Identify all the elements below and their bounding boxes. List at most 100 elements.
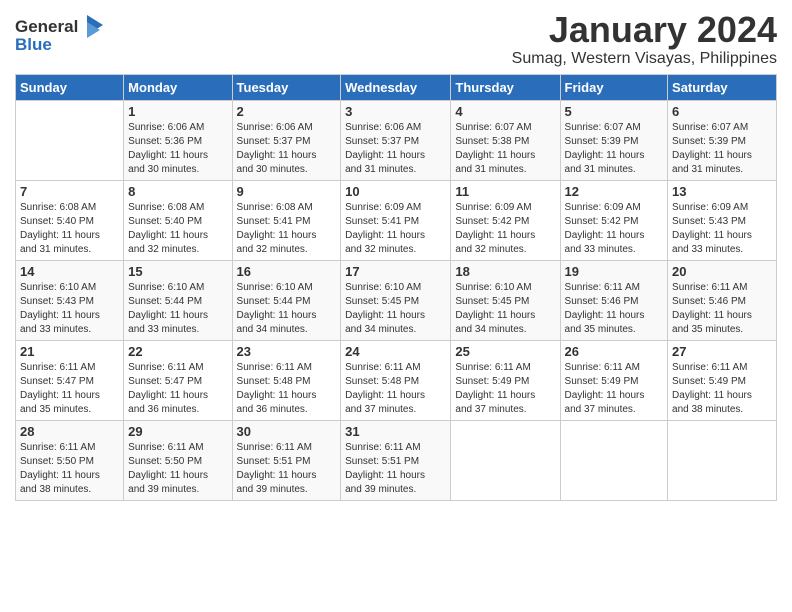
calendar-day-cell: 18 Sunrise: 6:10 AMSunset: 5:45 PMDayligh…	[451, 260, 560, 340]
day-info: Sunrise: 6:07 AMSunset: 5:39 PMDaylight:…	[565, 121, 664, 177]
calendar-day-cell: 20 Sunrise: 6:11 AMSunset: 5:46 PMDayligh…	[668, 260, 777, 340]
calendar-week-row: 7 Sunrise: 6:08 AMSunset: 5:40 PMDaylight…	[16, 180, 777, 260]
calendar-week-row: 1 Sunrise: 6:06 AMSunset: 5:36 PMDaylight…	[16, 100, 777, 180]
day-number: 28	[20, 424, 119, 439]
calendar-header-cell: Friday	[560, 74, 668, 100]
calendar-day-cell: 10 Sunrise: 6:09 AMSunset: 5:41 PMDayligh…	[341, 180, 451, 260]
day-info: Sunrise: 6:11 AMSunset: 5:51 PMDaylight:…	[345, 441, 446, 497]
day-info: Sunrise: 6:11 AMSunset: 5:47 PMDaylight:…	[20, 361, 119, 417]
day-number: 7	[20, 184, 119, 199]
page-container: General Blue January 2024 Sumag, Western…	[0, 0, 792, 511]
calendar-table: SundayMondayTuesdayWednesdayThursdayFrid…	[15, 74, 777, 501]
calendar-header-cell: Sunday	[16, 74, 124, 100]
logo-text: General Blue	[15, 10, 105, 60]
calendar-header-cell: Tuesday	[232, 74, 341, 100]
day-number: 11	[455, 184, 555, 199]
calendar-day-cell: 30Sunrise: 6:11 AMSunset: 5:51 PMDayligh…	[232, 420, 341, 500]
day-number: 1	[128, 104, 227, 119]
calendar-header-cell: Saturday	[668, 74, 777, 100]
day-number: 22	[128, 344, 227, 359]
calendar-day-cell: 29 Sunrise: 6:11 AMSunset: 5:50 PMDayligh…	[124, 420, 232, 500]
calendar-day-cell: 19 Sunrise: 6:11 AMSunset: 5:46 PMDayligh…	[560, 260, 668, 340]
day-info: Sunrise: 6:11 AMSunset: 5:48 PMDaylight:…	[237, 361, 337, 417]
day-number: 30	[237, 424, 337, 439]
day-info: Sunrise: 6:09 AMSunset: 5:42 PMDaylight:…	[455, 201, 555, 257]
header-row: General Blue January 2024 Sumag, Western…	[15, 10, 777, 68]
svg-text:Blue: Blue	[15, 35, 52, 54]
day-info: Sunrise: 6:10 AMSunset: 5:44 PMDaylight:…	[237, 281, 337, 337]
day-number: 10	[345, 184, 446, 199]
calendar-day-cell: 26 Sunrise: 6:11 AMSunset: 5:49 PMDayligh…	[560, 340, 668, 420]
day-info: Sunrise: 6:11 AMSunset: 5:49 PMDaylight:…	[672, 361, 772, 417]
main-title: January 2024	[512, 10, 777, 50]
calendar-day-cell: 5 Sunrise: 6:07 AMSunset: 5:39 PMDaylight…	[560, 100, 668, 180]
day-number: 14	[20, 264, 119, 279]
calendar-day-cell: 3 Sunrise: 6:06 AMSunset: 5:37 PMDaylight…	[341, 100, 451, 180]
day-info: Sunrise: 6:06 AMSunset: 5:37 PMDaylight:…	[345, 121, 446, 177]
calendar-day-cell: 16 Sunrise: 6:10 AMSunset: 5:44 PMDayligh…	[232, 260, 341, 340]
calendar-day-cell: 27 Sunrise: 6:11 AMSunset: 5:49 PMDayligh…	[668, 340, 777, 420]
calendar-day-cell: 9Sunrise: 6:08 AMSunset: 5:41 PMDaylight…	[232, 180, 341, 260]
subtitle: Sumag, Western Visayas, Philippines	[512, 50, 777, 68]
day-info: Sunrise: 6:11 AMSunset: 5:46 PMDaylight:…	[672, 281, 772, 337]
day-number: 20	[672, 264, 772, 279]
day-info: Sunrise: 6:11 AMSunset: 5:49 PMDaylight:…	[455, 361, 555, 417]
day-info: Sunrise: 6:09 AMSunset: 5:42 PMDaylight:…	[565, 201, 664, 257]
day-info: Sunrise: 6:11 AMSunset: 5:50 PMDaylight:…	[128, 441, 227, 497]
day-info: Sunrise: 6:09 AMSunset: 5:43 PMDaylight:…	[672, 201, 772, 257]
day-number: 25	[455, 344, 555, 359]
day-info: Sunrise: 6:07 AMSunset: 5:38 PMDaylight:…	[455, 121, 555, 177]
day-number: 8	[128, 184, 227, 199]
calendar-day-cell: 31 Sunrise: 6:11 AMSunset: 5:51 PMDayligh…	[341, 420, 451, 500]
day-info: Sunrise: 6:06 AMSunset: 5:36 PMDaylight:…	[128, 121, 227, 177]
day-info: Sunrise: 6:08 AMSunset: 5:41 PMDaylight:…	[237, 201, 337, 257]
day-number: 27	[672, 344, 772, 359]
title-block: January 2024 Sumag, Western Visayas, Phi…	[512, 10, 777, 68]
day-info: Sunrise: 6:11 AMSunset: 5:46 PMDaylight:…	[565, 281, 664, 337]
day-info: Sunrise: 6:11 AMSunset: 5:50 PMDaylight:…	[20, 441, 119, 497]
calendar-header-cell: Monday	[124, 74, 232, 100]
day-number: 3	[345, 104, 446, 119]
calendar-day-cell	[560, 420, 668, 500]
day-info: Sunrise: 6:09 AMSunset: 5:41 PMDaylight:…	[345, 201, 446, 257]
calendar-day-cell: 8 Sunrise: 6:08 AMSunset: 5:40 PMDaylight…	[124, 180, 232, 260]
calendar-day-cell	[16, 100, 124, 180]
svg-text:General: General	[15, 17, 78, 36]
day-info: Sunrise: 6:11 AMSunset: 5:49 PMDaylight:…	[565, 361, 664, 417]
calendar-header-cell: Thursday	[451, 74, 560, 100]
calendar-day-cell	[668, 420, 777, 500]
day-number: 6	[672, 104, 772, 119]
day-info: Sunrise: 6:08 AMSunset: 5:40 PMDaylight:…	[20, 201, 119, 257]
day-number: 19	[565, 264, 664, 279]
day-number: 16	[237, 264, 337, 279]
day-info: Sunrise: 6:08 AMSunset: 5:40 PMDaylight:…	[128, 201, 227, 257]
calendar-week-row: 14 Sunrise: 6:10 AMSunset: 5:43 PMDayligh…	[16, 260, 777, 340]
calendar-day-cell: 21Sunrise: 6:11 AMSunset: 5:47 PMDayligh…	[16, 340, 124, 420]
day-info: Sunrise: 6:10 AMSunset: 5:45 PMDaylight:…	[455, 281, 555, 337]
calendar-header-cell: Wednesday	[341, 74, 451, 100]
day-number: 18	[455, 264, 555, 279]
day-number: 23	[237, 344, 337, 359]
day-number: 24	[345, 344, 446, 359]
calendar-day-cell: 24 Sunrise: 6:11 AMSunset: 5:48 PMDayligh…	[341, 340, 451, 420]
day-info: Sunrise: 6:07 AMSunset: 5:39 PMDaylight:…	[672, 121, 772, 177]
day-info: Sunrise: 6:10 AMSunset: 5:43 PMDaylight:…	[20, 281, 119, 337]
day-info: Sunrise: 6:11 AMSunset: 5:48 PMDaylight:…	[345, 361, 446, 417]
day-number: 26	[565, 344, 664, 359]
calendar-day-cell: 22 Sunrise: 6:11 AMSunset: 5:47 PMDayligh…	[124, 340, 232, 420]
calendar-day-cell: 11 Sunrise: 6:09 AMSunset: 5:42 PMDayligh…	[451, 180, 560, 260]
calendar-day-cell: 23 Sunrise: 6:11 AMSunset: 5:48 PMDayligh…	[232, 340, 341, 420]
day-number: 31	[345, 424, 446, 439]
calendar-day-cell: 1 Sunrise: 6:06 AMSunset: 5:36 PMDaylight…	[124, 100, 232, 180]
day-info: Sunrise: 6:06 AMSunset: 5:37 PMDaylight:…	[237, 121, 337, 177]
day-number: 5	[565, 104, 664, 119]
day-number: 12	[565, 184, 664, 199]
calendar-day-cell: 25 Sunrise: 6:11 AMSunset: 5:49 PMDayligh…	[451, 340, 560, 420]
day-info: Sunrise: 6:11 AMSunset: 5:47 PMDaylight:…	[128, 361, 227, 417]
day-number: 29	[128, 424, 227, 439]
calendar-header-row: SundayMondayTuesdayWednesdayThursdayFrid…	[16, 74, 777, 100]
calendar-day-cell	[451, 420, 560, 500]
calendar-day-cell: 14 Sunrise: 6:10 AMSunset: 5:43 PMDayligh…	[16, 260, 124, 340]
calendar-day-cell: 12 Sunrise: 6:09 AMSunset: 5:42 PMDayligh…	[560, 180, 668, 260]
day-number: 2	[237, 104, 337, 119]
